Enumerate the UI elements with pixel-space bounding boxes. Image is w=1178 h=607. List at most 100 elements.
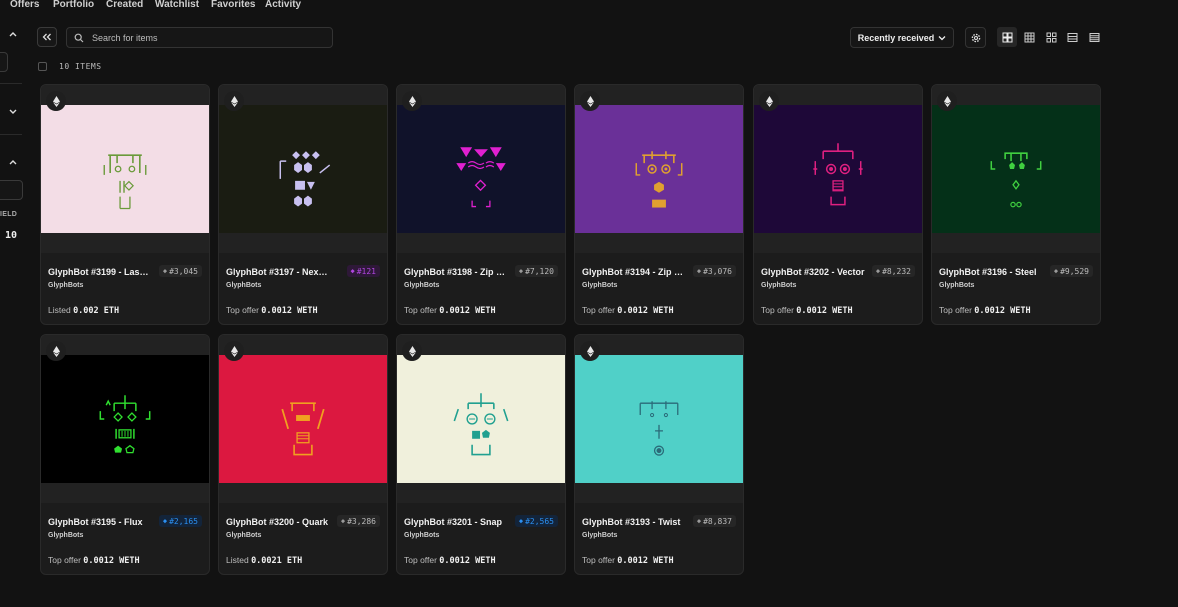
diamond-icon: ◆ (696, 267, 702, 275)
settings-button[interactable] (965, 27, 986, 48)
price-value: 0.0012 WETH (83, 556, 140, 566)
diamond-icon: ◆ (696, 517, 702, 525)
grid-large-icon (1002, 32, 1012, 42)
item-card[interactable]: GlyphBot #3194 - Zip Gold ◆ #3,076 Glyph… (574, 84, 744, 325)
item-card[interactable]: GlyphBot #3196 - Steel ◆ #9,529 GlyphBot… (931, 84, 1101, 325)
price-value: 0.0012 WETH (974, 306, 1031, 316)
price-label: Top offer (404, 555, 437, 565)
sort-dropdown[interactable]: Recently received (850, 27, 954, 48)
gear-icon (971, 33, 980, 42)
card-bottom-band (575, 233, 743, 253)
view-small-grid-button[interactable] (1041, 27, 1061, 47)
item-name[interactable]: GlyphBot #3193 - Twist (582, 517, 686, 527)
glyphbot-artwork (281, 402, 325, 456)
grid-small-icon (1046, 32, 1056, 42)
collection-name[interactable]: GlyphBots (226, 532, 261, 539)
select-all-checkbox[interactable] (38, 62, 47, 71)
items-count: 10 ITEMS (59, 62, 102, 71)
price-row: Top offer 0.0012 WETH (582, 305, 674, 316)
tab-activity[interactable]: Activity (265, 0, 301, 10)
item-card[interactable]: GlyphBot #3193 - Twist ◆ #8,837 GlyphBot… (574, 334, 744, 575)
item-name[interactable]: GlyphBot #3198 - Zip Zap (404, 267, 508, 277)
item-image[interactable] (932, 105, 1100, 233)
rarity-rank: #2,565 (525, 516, 554, 526)
glyphbot-artwork (99, 395, 151, 454)
card-bottom-band (219, 483, 387, 503)
rarity-rank-badge: ◆ #9,529 (1049, 265, 1093, 277)
card-top-band (397, 85, 565, 105)
collection-name[interactable]: GlyphBots (939, 282, 974, 289)
item-name[interactable]: GlyphBot #3200 - Quark (226, 517, 330, 527)
item-image[interactable] (754, 105, 922, 233)
item-image[interactable] (575, 355, 743, 483)
item-name[interactable]: GlyphBot #3199 - Laser Bolt (48, 267, 152, 277)
view-list-button[interactable] (1062, 27, 1082, 47)
item-name[interactable]: GlyphBot #3201 - Snap (404, 517, 508, 527)
diamond-icon: ◆ (350, 267, 355, 275)
chevron-up-icon[interactable] (9, 31, 17, 37)
collection-name[interactable]: GlyphBots (582, 282, 617, 289)
item-name[interactable]: GlyphBot #3195 - Flux (48, 517, 152, 527)
view-medium-grid-button[interactable] (1019, 27, 1039, 47)
item-card[interactable]: GlyphBot #3200 - Quark ◆ #3,286 GlyphBot… (218, 334, 388, 575)
item-card[interactable]: GlyphBot #3201 - Snap ◆ #2,565 GlyphBots… (396, 334, 566, 575)
collection-name[interactable]: GlyphBots (404, 282, 439, 289)
price-value: 0.002 ETH (73, 306, 120, 316)
price-value: 0.0012 WETH (439, 556, 496, 566)
collection-name[interactable]: GlyphBots (48, 282, 83, 289)
item-card[interactable]: GlyphBot #3202 - Vector ◆ #8,232 GlyphBo… (753, 84, 923, 325)
divider (0, 134, 22, 135)
rarity-rank: #121 (356, 266, 376, 276)
item-name[interactable]: GlyphBot #3202 - Vector (761, 267, 865, 277)
item-card[interactable]: GlyphBot #3198 - Zip Zap ◆ #7,120 GlyphB… (396, 84, 566, 325)
chevron-down-icon[interactable] (9, 109, 17, 115)
collection-name[interactable]: GlyphBots (761, 282, 796, 289)
diamond-icon: ◆ (162, 517, 168, 525)
card-top-band (932, 85, 1100, 105)
item-image[interactable] (41, 355, 209, 483)
item-card[interactable]: GlyphBot #3195 - Flux ◆ #2,165 GlyphBots… (40, 334, 210, 575)
item-image[interactable] (575, 105, 743, 233)
tab-created[interactable]: Created (106, 0, 143, 10)
item-image[interactable] (397, 105, 565, 233)
table-icon (1089, 32, 1099, 42)
rarity-rank: #8,837 (703, 516, 732, 526)
rarity-rank-badge: ◆ #2,165 (158, 515, 202, 527)
collapse-sidebar-button[interactable] (37, 27, 57, 47)
item-name[interactable]: GlyphBot #3194 - Zip Gold (582, 267, 686, 277)
price-value: 0.0012 WETH (617, 306, 674, 316)
rarity-rank: #3,045 (169, 266, 198, 276)
item-name[interactable]: GlyphBot #3197 - Nexus Orb (226, 267, 330, 277)
price-row: Top offer 0.0012 WETH (939, 305, 1031, 316)
price-value: 0.0012 WETH (261, 306, 318, 316)
filter-input[interactable] (0, 180, 23, 200)
tab-watchlist[interactable]: Watchlist (155, 0, 199, 10)
ethereum-icon (402, 341, 422, 361)
item-name[interactable]: GlyphBot #3196 - Steel (939, 267, 1043, 277)
ethereum-icon (46, 91, 66, 111)
item-card[interactable]: GlyphBot #3197 - Nexus Orb ◆ #121 GlyphB… (218, 84, 388, 325)
filter-input[interactable] (0, 52, 8, 72)
tab-offers[interactable]: Offers (10, 0, 39, 10)
collection-name[interactable]: GlyphBots (226, 282, 261, 289)
filter-label: IELD (0, 211, 18, 218)
item-image[interactable] (219, 355, 387, 483)
chevron-up-icon[interactable] (9, 159, 17, 165)
search-input[interactable] (90, 31, 324, 44)
tab-favorites[interactable]: Favorites (211, 0, 255, 10)
filter-sidebar: IELD 10 (0, 14, 23, 607)
item-image[interactable] (219, 105, 387, 233)
collection-name[interactable]: GlyphBots (404, 532, 439, 539)
price-label: Top offer (582, 305, 615, 315)
item-image[interactable] (41, 105, 209, 233)
collection-name[interactable]: GlyphBots (48, 532, 83, 539)
price-row: Top offer 0.0012 WETH (226, 305, 318, 316)
collection-name[interactable]: GlyphBots (582, 532, 617, 539)
view-table-button[interactable] (1084, 27, 1104, 47)
view-large-grid-button[interactable] (997, 27, 1017, 47)
tab-portfolio[interactable]: Portfolio (53, 0, 94, 10)
item-image[interactable] (397, 355, 565, 483)
price-row: Top offer 0.0012 WETH (761, 305, 853, 316)
item-card[interactable]: GlyphBot #3199 - Laser Bolt ◆ #3,045 Gly… (40, 84, 210, 325)
search-bar[interactable] (66, 27, 333, 48)
